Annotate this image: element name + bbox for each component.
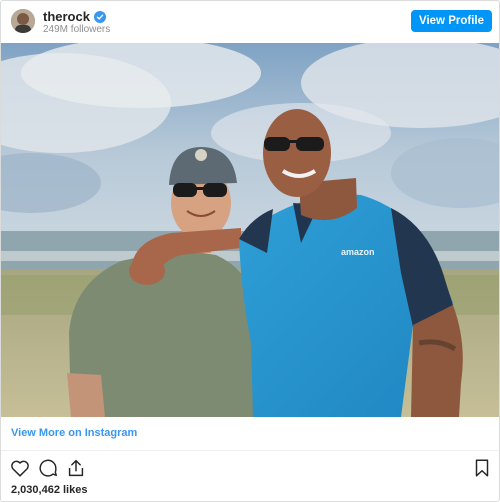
username[interactable]: therock [43,9,90,24]
verified-badge-icon [93,10,106,23]
view-more-bar: View More on Instagram [1,417,499,451]
action-bar [1,453,499,483]
instagram-embed-card: therock 249M followers View Profile amaz… [0,0,500,502]
share-icon[interactable] [65,457,87,479]
avatar[interactable] [11,9,35,33]
view-profile-button[interactable]: View Profile [411,10,492,32]
heart-icon[interactable] [9,457,31,479]
like-count[interactable]: 2,030,462 likes [11,483,87,497]
username-row: therock [43,9,106,24]
shirt-logo-text: amazon [341,247,375,257]
view-more-link[interactable]: View More on Instagram [11,427,137,439]
follower-count: 249M followers [43,24,111,35]
post-image[interactable]: amazon [1,43,499,417]
bookmark-icon[interactable] [471,457,493,479]
post-header: therock 249M followers View Profile [1,1,499,43]
comment-icon[interactable] [37,457,59,479]
